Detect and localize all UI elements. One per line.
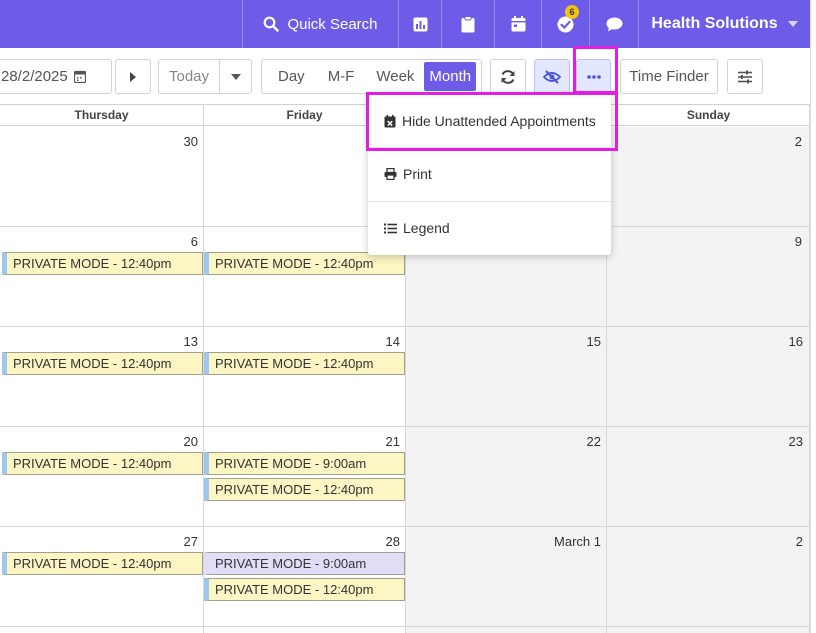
- appointment[interactable]: PRIVATE MODE - 9:00am: [204, 552, 405, 575]
- hide-private-toggle[interactable]: [534, 59, 570, 94]
- view-mf-button[interactable]: M-F: [318, 62, 366, 91]
- caret-down-icon: [230, 73, 241, 80]
- weekend-column-sunday: [607, 127, 810, 633]
- caret-right-icon: [130, 71, 136, 82]
- appointment[interactable]: PRIVATE MODE - 12:40pm: [2, 452, 203, 475]
- chevron-down-icon: [787, 21, 798, 27]
- list-icon: [384, 223, 397, 233]
- appointment[interactable]: PRIVATE MODE - 12:40pm: [2, 352, 203, 375]
- date-value: 28/2/2025: [1, 68, 68, 85]
- menu-item-legend[interactable]: Legend: [368, 202, 611, 254]
- day-number[interactable]: 13: [108, 334, 198, 349]
- settings-button[interactable]: [727, 59, 763, 94]
- header-thursday: Thursday: [0, 104, 203, 126]
- day-number[interactable]: 27: [108, 534, 198, 549]
- appointment[interactable]: PRIVATE MODE - 12:40pm: [2, 252, 203, 275]
- day-number[interactable]: 16: [713, 334, 803, 349]
- hide-unattended-highlight: [366, 92, 618, 151]
- calendar-button[interactable]: [494, 0, 541, 48]
- grid-line: [809, 104, 810, 633]
- menu-item-label: Print: [403, 166, 432, 182]
- day-number[interactable]: 2: [712, 134, 802, 149]
- refresh-icon: [501, 69, 515, 84]
- day-number[interactable]: 14: [310, 334, 400, 349]
- day-number[interactable]: 23: [713, 434, 803, 449]
- top-navigation-bar: Quick Search 6 Health Solutions: [0, 0, 810, 48]
- appointment[interactable]: PRIVATE MODE - 12:40pm: [204, 478, 405, 501]
- more-options-highlight: [573, 46, 618, 94]
- day-number[interactable]: 30: [108, 134, 198, 149]
- appointment[interactable]: PRIVATE MODE - 12:40pm: [204, 252, 405, 275]
- appointment[interactable]: PRIVATE MODE - 12:40pm: [204, 578, 405, 601]
- appointment[interactable]: PRIVATE MODE - 12:40pm: [2, 552, 203, 575]
- next-period-button[interactable]: [115, 59, 151, 94]
- view-day-button[interactable]: Day: [264, 62, 318, 91]
- refresh-button[interactable]: [490, 59, 526, 94]
- view-switcher: Day M-F Week Month: [261, 59, 482, 94]
- grid-line: [0, 326, 810, 327]
- grid-line: [0, 526, 810, 527]
- date-field[interactable]: 28/2/2025: [0, 59, 112, 94]
- sliders-icon: [738, 70, 752, 83]
- menu-item-print[interactable]: Print: [368, 148, 611, 200]
- chat-icon: [606, 17, 622, 31]
- day-number[interactable]: 21: [310, 434, 400, 449]
- grid-line: [0, 426, 810, 427]
- day-number[interactable]: March 1: [511, 534, 601, 549]
- menu-item-label: Legend: [403, 220, 450, 236]
- weekend-column-saturday: [405, 227, 606, 633]
- time-finder-button[interactable]: Time Finder: [620, 59, 718, 94]
- quick-search-button[interactable]: Quick Search: [242, 0, 398, 48]
- appointment[interactable]: PRIVATE MODE - 12:40pm: [204, 352, 405, 375]
- print-icon: [384, 168, 397, 180]
- day-number[interactable]: 9: [712, 234, 802, 249]
- page-edge: [810, 0, 816, 633]
- view-month-button[interactable]: Month: [424, 62, 477, 91]
- day-number[interactable]: 22: [511, 434, 601, 449]
- messages-button[interactable]: [589, 0, 638, 48]
- appointment[interactable]: PRIVATE MODE - 9:00am: [204, 452, 405, 475]
- organization-name: Health Solutions: [651, 15, 778, 32]
- grid-line: [0, 626, 810, 627]
- calendar-icon: [511, 16, 525, 32]
- day-number[interactable]: 15: [511, 334, 601, 349]
- day-number[interactable]: 6: [108, 234, 198, 249]
- organization-menu[interactable]: Health Solutions: [638, 0, 810, 48]
- chart-icon: [413, 17, 427, 31]
- quick-search-label: Quick Search: [287, 15, 378, 33]
- day-number[interactable]: 2: [713, 534, 803, 549]
- header-sunday: Sunday: [607, 104, 810, 126]
- today-button[interactable]: Today: [158, 59, 220, 94]
- clipboard-icon: [461, 15, 475, 32]
- day-number[interactable]: 28: [310, 534, 400, 549]
- calendar-icon: [73, 70, 86, 83]
- day-number[interactable]: 20: [108, 434, 198, 449]
- search-icon: [264, 16, 280, 32]
- notification-badge: 6: [565, 5, 579, 19]
- tasks-button[interactable]: 6: [541, 0, 589, 48]
- eye-slash-icon: [543, 69, 561, 84]
- reports-button[interactable]: [398, 0, 441, 48]
- clipboard-button[interactable]: [441, 0, 494, 48]
- view-week-button[interactable]: Week: [365, 62, 424, 91]
- today-dropdown-button[interactable]: [219, 59, 252, 94]
